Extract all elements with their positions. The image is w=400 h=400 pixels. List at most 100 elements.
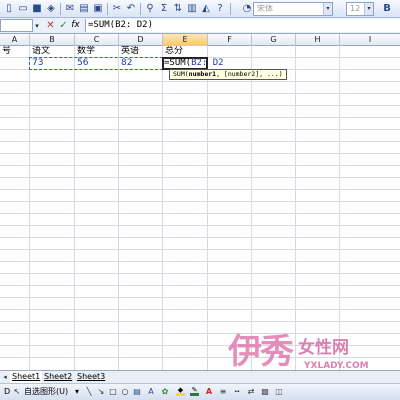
column-header-b[interactable]: B xyxy=(30,34,75,46)
grid-line xyxy=(0,297,400,298)
help-icon[interactable]: ? xyxy=(213,2,227,15)
print-icon[interactable]: ▤ xyxy=(77,2,91,15)
cell-a1[interactable]: 号 xyxy=(0,46,29,57)
undo-icon[interactable]: ↶ xyxy=(124,2,138,15)
tab-sheet1[interactable]: Sheet1 xyxy=(10,371,43,383)
toolbar-separator xyxy=(60,3,61,15)
line-icon[interactable]: ╲ xyxy=(84,387,94,397)
clipart-icon[interactable]: ✿ xyxy=(160,387,170,397)
rectangle-icon[interactable]: □ xyxy=(108,387,118,397)
dash-style-icon[interactable]: ┅ xyxy=(232,387,242,397)
chart-icon[interactable]: ▥ xyxy=(185,2,199,15)
cell-d1[interactable]: 英语 xyxy=(119,46,162,57)
select-pointer-icon[interactable]: ↖ xyxy=(12,387,22,397)
grid-line xyxy=(0,141,400,142)
sort-icon[interactable]: ⇅ xyxy=(171,2,185,15)
grid-line xyxy=(0,261,400,262)
grid-line xyxy=(0,153,400,154)
font-color-icon[interactable]: A xyxy=(204,387,214,397)
grid-line xyxy=(0,105,400,106)
watermark-logo: 伊秀 女性网 YXLADY.COM xyxy=(228,332,398,384)
formula-prefix: =SUM( xyxy=(164,58,192,68)
email-icon[interactable]: ✉ xyxy=(63,2,77,15)
column-header-row: A B C D E F G H I xyxy=(0,34,400,46)
chevron-down-icon[interactable]: ▾ xyxy=(364,3,373,15)
grid-line xyxy=(0,225,400,226)
watermark-brand-text: 女性网 xyxy=(298,338,349,358)
cell-d2[interactable]: 82 xyxy=(119,58,162,69)
autoshapes-button[interactable]: 自选图形(U) xyxy=(24,386,68,398)
grid-line xyxy=(0,81,400,82)
worksheet-grid[interactable]: 号 语文 数学 英语 总分 73 56 82 =SUM(B2: D2 SUM(n… xyxy=(0,46,400,370)
toolbar-separator xyxy=(140,3,141,15)
line-color-icon[interactable]: ✎ xyxy=(190,387,200,397)
toolbar-separator xyxy=(230,3,231,15)
cancel-icon[interactable]: ✕ xyxy=(45,19,56,32)
cell-c1[interactable]: 数学 xyxy=(75,46,118,57)
chevron-down-icon[interactable]: ▾ xyxy=(72,387,82,397)
cell-e1[interactable]: 总分 xyxy=(163,46,207,57)
hyperlink-icon[interactable]: ⚲ xyxy=(143,2,157,15)
grid-line xyxy=(0,201,400,202)
save-icon[interactable]: ■ xyxy=(30,2,44,15)
column-header-i[interactable]: I xyxy=(340,34,400,46)
chevron-down-icon[interactable]: ▾ xyxy=(33,20,41,32)
grid-line xyxy=(0,273,400,274)
cut-icon[interactable]: ✂ xyxy=(110,2,124,15)
cell-c2[interactable]: 56 xyxy=(75,58,118,69)
tab-sheet3[interactable]: Sheet3 xyxy=(75,371,107,383)
grid-line xyxy=(0,189,400,190)
cell-b1[interactable]: 语文 xyxy=(30,46,74,57)
column-header-e[interactable]: E xyxy=(163,34,208,46)
line-style-icon[interactable]: ≡ xyxy=(218,387,228,397)
oval-icon[interactable]: ○ xyxy=(120,387,130,397)
grid-line xyxy=(0,237,400,238)
3d-icon[interactable]: ◫ xyxy=(274,387,284,397)
cell-e2-editor[interactable]: =SUM(B2: D2 xyxy=(164,58,224,69)
permission-icon[interactable]: ◈ xyxy=(44,2,58,15)
column-header-d[interactable]: D xyxy=(119,34,163,46)
new-icon[interactable]: ▯ xyxy=(2,2,16,15)
textbox-icon[interactable]: ▤ xyxy=(132,387,142,397)
drawing-toolbar: D ↖ 自选图形(U) ▾ ╲ ↘ □ ○ ▤ A ✿ ◆ ✎ A ≡ ┅ ⇄ … xyxy=(0,383,400,400)
function-tooltip[interactable]: SUM(number1, [number2], ...) xyxy=(169,69,287,80)
name-box[interactable] xyxy=(0,19,33,32)
font-size-value: 12 xyxy=(350,4,361,13)
font-name-combo[interactable]: 宋体 ▾ xyxy=(253,2,333,16)
enter-icon[interactable]: ✓ xyxy=(58,19,69,32)
column-header-h[interactable]: H xyxy=(296,34,340,46)
column-header-g[interactable]: G xyxy=(252,34,296,46)
formula-input[interactable]: =SUM(B2: D2) xyxy=(85,19,400,32)
insert-function-icon[interactable]: fx xyxy=(70,19,81,32)
draw-menu-button[interactable]: D xyxy=(4,386,10,398)
font-size-combo[interactable]: 12 ▾ xyxy=(346,2,374,16)
grid-line xyxy=(0,177,400,178)
fill-color-icon[interactable]: ◆ xyxy=(176,387,186,397)
grid-line xyxy=(0,117,400,118)
tooltip-rest-args: , [number2], ...) xyxy=(216,70,283,78)
tooltip-current-arg[interactable]: number1 xyxy=(189,70,216,78)
arrow-style-icon[interactable]: ⇄ xyxy=(246,387,256,397)
tooltip-function-name[interactable]: SUM xyxy=(173,70,185,78)
drawing-icon[interactable]: ◭ xyxy=(199,2,213,15)
cell-b2[interactable]: 73 xyxy=(30,58,74,69)
grid-line xyxy=(0,249,400,250)
grid-line xyxy=(0,129,400,130)
print-preview-icon[interactable]: ▣ xyxy=(91,2,105,15)
tab-sheet2[interactable]: Sheet2 xyxy=(42,371,74,383)
open-icon[interactable]: ▭ xyxy=(16,2,30,15)
shadow-icon[interactable]: ▩ xyxy=(260,387,270,397)
chevron-down-icon[interactable]: ▾ xyxy=(323,3,332,15)
grid-line xyxy=(0,309,400,310)
zoom-icon[interactable]: ◔ xyxy=(240,2,254,15)
column-header-c[interactable]: C xyxy=(75,34,119,46)
toolbar-separator xyxy=(107,3,108,15)
autosum-icon[interactable]: Σ xyxy=(157,2,171,15)
column-header-f[interactable]: F xyxy=(208,34,252,46)
column-header-a[interactable]: A xyxy=(0,34,30,46)
arrow-icon[interactable]: ↘ xyxy=(96,387,106,397)
grid-line xyxy=(0,321,400,322)
bold-icon[interactable]: B xyxy=(380,2,394,15)
wordart-icon[interactable]: A xyxy=(146,387,156,397)
tab-scroll-left-icon[interactable]: ◂ xyxy=(0,372,10,382)
